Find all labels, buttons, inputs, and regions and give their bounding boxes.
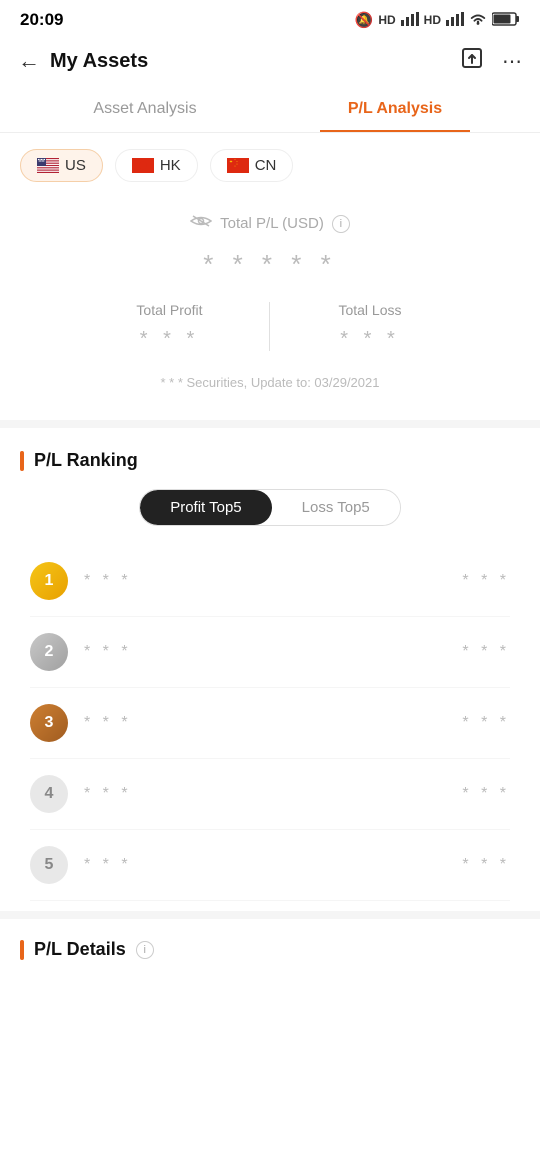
page-header: ← My Assets ⋯ [0, 36, 540, 86]
rank-badge-5: 5 [30, 846, 68, 884]
total-profit-value: * * * [80, 328, 259, 351]
market-btn-cn[interactable]: CN [210, 149, 294, 182]
bottom-divider [0, 911, 540, 919]
header-action-icons: ⋯ [460, 46, 522, 76]
signal-bars-2 [446, 12, 464, 29]
rank-3-name: * * * [84, 714, 462, 732]
rank-badge-2: 2 [30, 633, 68, 671]
update-note: * * * Securities, Update to: 03/29/2021 [0, 367, 540, 410]
status-time: 20:09 [20, 10, 63, 30]
market-btn-us[interactable]: US [20, 149, 103, 182]
ranking-item-4: 4 * * * * * * [30, 759, 510, 830]
rank-4-value: * * * [462, 785, 510, 803]
rank-badge-4: 4 [30, 775, 68, 813]
back-button[interactable]: ← [18, 48, 40, 74]
tab-bar: Asset Analysis P/L Analysis [0, 86, 540, 133]
pl-breakdown: Total Profit * * * Total Loss * * * [0, 302, 540, 351]
total-loss-label: Total Loss [280, 302, 460, 318]
section-divider [0, 420, 540, 428]
pl-total-value: * * * * * [0, 249, 540, 280]
loss-top5-btn[interactable]: Loss Top5 [272, 490, 400, 525]
ranking-item-1: 1 * * * * * * [30, 546, 510, 617]
ranking-item-2: 2 * * * * * * [30, 617, 510, 688]
more-options-icon[interactable]: ⋯ [502, 49, 522, 74]
battery-icon [492, 12, 520, 29]
pl-info-icon[interactable]: i [332, 215, 350, 233]
rank-2-name: * * * [84, 643, 462, 661]
ranking-section-title: P/L Ranking [20, 450, 520, 471]
rank-5-name: * * * [84, 856, 462, 874]
status-icons: 🔕 HD HD [355, 11, 520, 29]
rank-2-value: * * * [462, 643, 510, 661]
status-bar: 20:09 🔕 HD HD [0, 0, 540, 36]
ranking-toggle-group: Profit Top5 Loss Top5 [139, 489, 401, 526]
pl-details-info-icon[interactable]: i [136, 941, 154, 959]
rank-badge-1: 1 [30, 562, 68, 600]
tab-pl-analysis[interactable]: P/L Analysis [270, 86, 520, 132]
total-loss-item: Total Loss * * * [270, 302, 470, 351]
rank-5-value: * * * [462, 856, 510, 874]
ranking-item-5: 5 * * * * * * [30, 830, 510, 901]
rank-badge-3: 3 [30, 704, 68, 742]
total-profit-label: Total Profit [80, 302, 259, 318]
rank-4-name: * * * [84, 785, 462, 803]
wifi-icon [469, 12, 487, 29]
signal-icon-2: HD [424, 13, 441, 27]
market-btn-hk[interactable]: HK [115, 149, 198, 182]
total-loss-value: * * * [280, 328, 460, 351]
section-accent-bar [20, 451, 24, 471]
page-title: My Assets [50, 50, 460, 73]
signal-icon-1: HD [378, 13, 395, 27]
tab-asset-analysis[interactable]: Asset Analysis [20, 86, 270, 132]
rank-1-name: * * * [84, 572, 462, 590]
hk-flag-icon [132, 158, 154, 173]
bottom-section-accent [20, 940, 24, 960]
pl-details-title: P/L Details [34, 939, 126, 960]
us-flag-icon [37, 158, 59, 173]
eye-hidden-icon[interactable] [190, 214, 212, 233]
pl-details-section-header: P/L Details i [0, 919, 540, 970]
share-icon[interactable] [460, 46, 484, 76]
ranking-item-3: 3 * * * * * * [30, 688, 510, 759]
cn-flag-icon [227, 158, 249, 173]
market-selector: US HK CN [0, 133, 540, 194]
pl-summary-section: Total P/L (USD) i * * * * * Total Profit… [0, 194, 540, 420]
ranking-list: 1 * * * * * * 2 * * * * * * 3 * * * * * … [20, 546, 520, 901]
signal-bars-1 [401, 12, 419, 29]
rank-1-value: * * * [462, 572, 510, 590]
profit-top5-btn[interactable]: Profit Top5 [140, 490, 271, 525]
ranking-section: P/L Ranking Profit Top5 Loss Top5 1 * * … [0, 428, 540, 911]
pl-total-label: Total P/L (USD) i [0, 214, 540, 233]
rank-3-value: * * * [462, 714, 510, 732]
bell-icon: 🔕 [355, 11, 374, 29]
total-profit-item: Total Profit * * * [70, 302, 270, 351]
